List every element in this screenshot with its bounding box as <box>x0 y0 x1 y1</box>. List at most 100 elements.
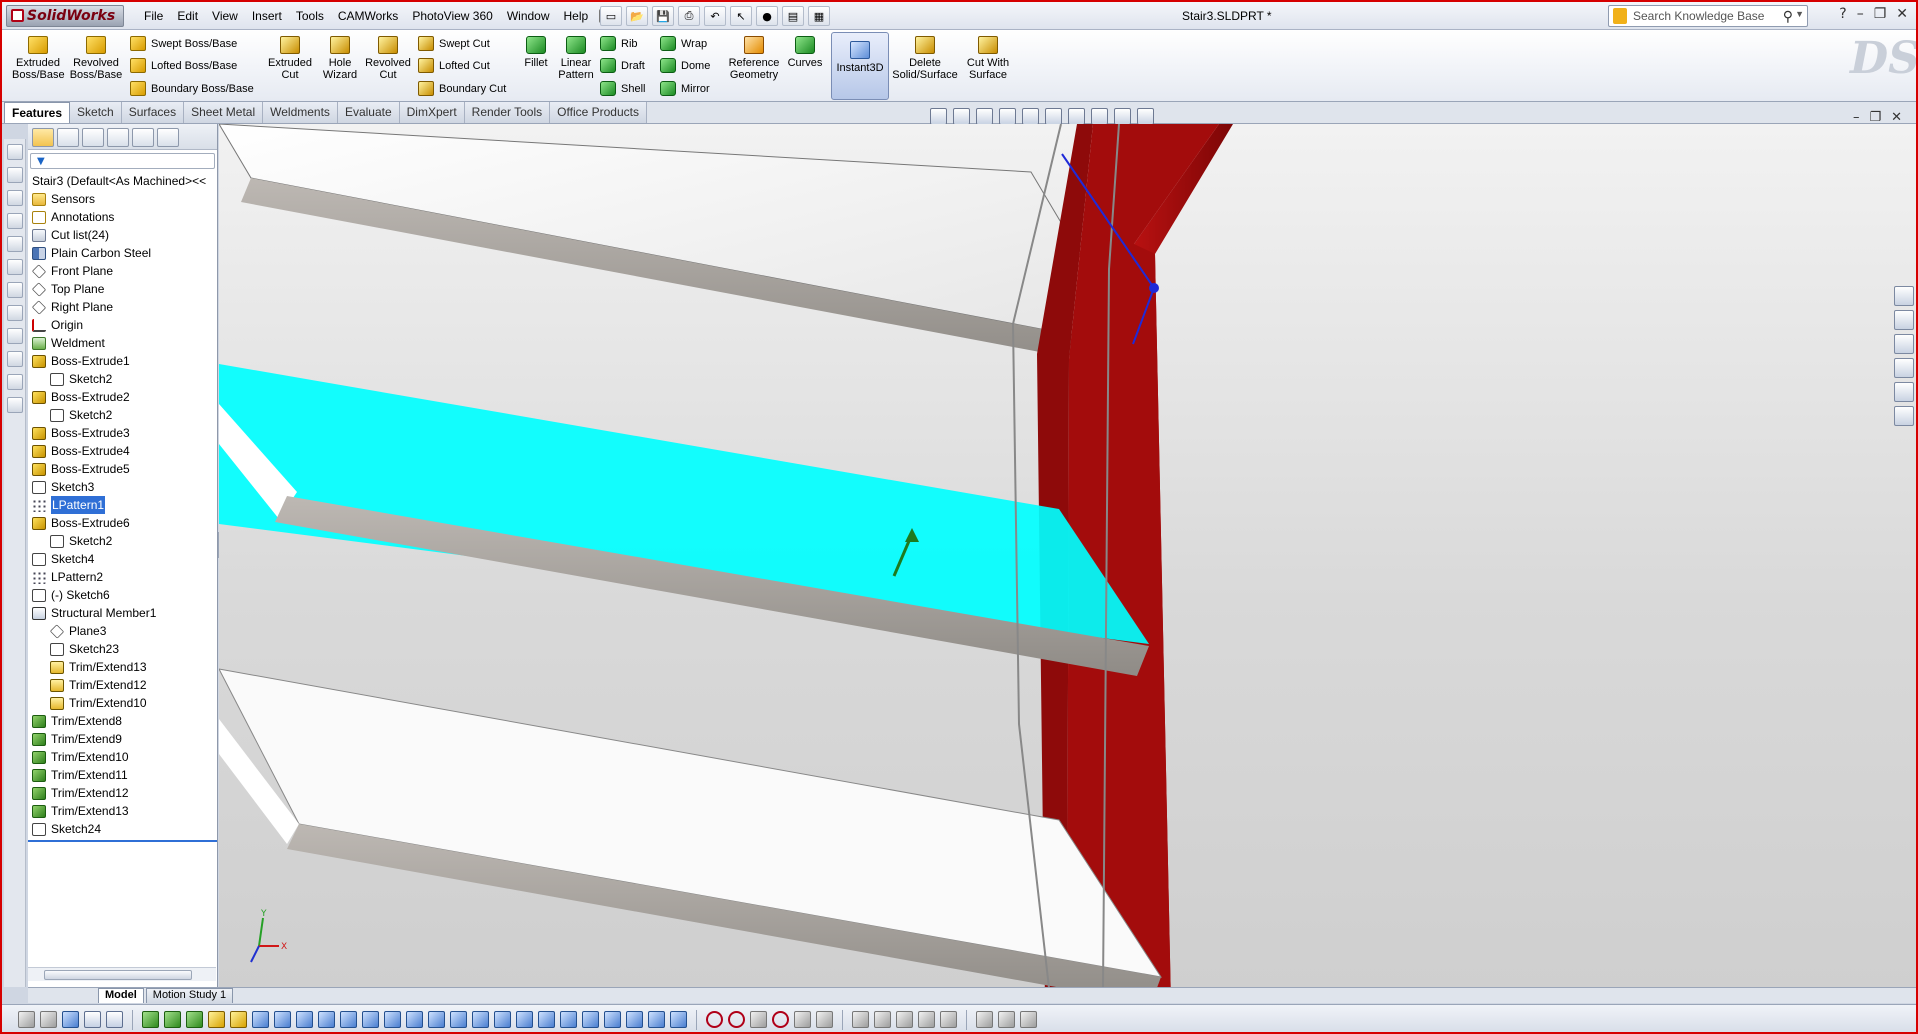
scrollbar-thumb[interactable] <box>44 970 192 980</box>
display-style-icon[interactable] <box>1045 108 1062 125</box>
tab-office-products[interactable]: Office Products <box>550 102 647 123</box>
tree-item[interactable]: Trim/Extend12 <box>28 784 217 802</box>
filter-weld-symbols-icon[interactable] <box>494 1011 511 1028</box>
filter-cells-icon[interactable] <box>670 1011 687 1028</box>
step-top-surface[interactable] <box>219 124 1136 348</box>
tree-item[interactable]: Right Plane <box>28 298 217 316</box>
revolved-cut-button[interactable]: Revolved Cut <box>364 34 412 81</box>
doc-restore-icon[interactable]: ❐ <box>1869 110 1881 125</box>
left-tool-12-icon[interactable] <box>7 397 23 413</box>
display-manager-tab-icon[interactable] <box>132 128 154 147</box>
tree-root[interactable]: Stair3 (Default<As Machined><< <box>28 172 217 190</box>
filter-planes-icon[interactable] <box>274 1011 291 1028</box>
tree-item[interactable]: Sketch23 <box>28 640 217 658</box>
edit-appearance-icon[interactable] <box>1091 108 1108 125</box>
solidworks-resources-tab-icon[interactable] <box>1894 286 1914 306</box>
feature-tree-filter[interactable]: ▼ <box>30 153 215 169</box>
delete-solid-surface-button[interactable]: Delete Solid/Surface <box>892 34 958 81</box>
filter-datum-targets-icon[interactable] <box>516 1011 533 1028</box>
filter-geometric-tolerances-icon[interactable] <box>450 1011 467 1028</box>
tree-item[interactable]: Sensors <box>28 190 217 208</box>
polygon-tool-icon[interactable] <box>772 1011 789 1028</box>
tree-item[interactable]: Boss-Extrude3 <box>28 424 217 442</box>
draft-button[interactable]: Draft <box>600 58 645 73</box>
doc-minimize-icon[interactable]: – <box>1853 110 1860 125</box>
filter-axes-icon[interactable] <box>252 1011 269 1028</box>
boundary-boss-button[interactable]: Boundary Boss/Base <box>130 81 254 96</box>
property-manager-tab-icon[interactable] <box>57 128 79 147</box>
options-icon[interactable]: ▦ <box>808 6 830 26</box>
zoom-to-area-icon[interactable] <box>953 108 970 125</box>
filter-sketch-segments-icon[interactable] <box>318 1011 335 1028</box>
zoom-to-fit-icon[interactable] <box>930 108 947 125</box>
tree-item[interactable]: Origin <box>28 316 217 334</box>
filter-mid-planes-icon[interactable] <box>648 1011 665 1028</box>
filter-sketch-points-icon[interactable] <box>296 1011 313 1028</box>
tab-sketch[interactable]: Sketch <box>70 102 122 123</box>
menu-photoview[interactable]: PhotoView 360 <box>405 9 500 23</box>
select-arrow-icon[interactable]: ↖ <box>730 6 752 26</box>
construction-geometry-icon[interactable] <box>816 1011 833 1028</box>
file-properties-icon[interactable]: ▤ <box>782 6 804 26</box>
tree-item[interactable]: Sketch2 <box>28 532 217 550</box>
tree-item[interactable]: Sketch3 <box>28 478 217 496</box>
offset-entities-icon[interactable] <box>852 1011 869 1028</box>
tab-dimxpert[interactable]: DimXpert <box>399 102 465 123</box>
clear-filters-icon[interactable] <box>40 1011 57 1028</box>
mirror-button[interactable]: Mirror <box>660 81 710 96</box>
appearances-tab-icon[interactable] <box>1894 382 1914 402</box>
filter-notes-icon[interactable] <box>472 1011 489 1028</box>
menu-camworks[interactable]: CAMWorks <box>331 9 405 23</box>
tab-surfaces[interactable]: Surfaces <box>121 102 185 123</box>
select-tool-icon[interactable] <box>84 1011 101 1028</box>
left-tool-8-icon[interactable] <box>7 305 23 321</box>
filter-cosmetic-threads-icon[interactable] <box>538 1011 555 1028</box>
custom-properties-tab-icon[interactable] <box>1894 406 1914 426</box>
filter-solid-bodies-icon[interactable] <box>230 1011 247 1028</box>
view-palette-tab-icon[interactable] <box>1894 358 1914 378</box>
left-tool-4-icon[interactable] <box>7 213 23 229</box>
left-tool-11-icon[interactable] <box>7 374 23 390</box>
filter-surface-bodies-icon[interactable] <box>208 1011 225 1028</box>
point-tool-icon[interactable] <box>706 1011 723 1028</box>
tree-item[interactable]: Sketch24 <box>28 820 217 838</box>
search-dropdown-icon[interactable]: ▼ <box>1795 9 1804 19</box>
boundary-cut-button[interactable]: Boundary Cut <box>418 81 506 96</box>
filter-toolbar-icon[interactable] <box>18 1011 35 1028</box>
menu-view[interactable]: View <box>205 9 245 23</box>
menu-edit[interactable]: Edit <box>170 9 205 23</box>
tree-item[interactable]: LPattern2 <box>28 568 217 586</box>
reference-geometry-button[interactable]: Reference Geometry <box>726 34 782 81</box>
tree-item[interactable]: Trim/Extend10 <box>28 748 217 766</box>
new-document-icon[interactable]: ▭ <box>600 6 622 26</box>
shell-button[interactable]: Shell <box>600 81 645 96</box>
tree-item[interactable]: Plane3 <box>28 622 217 640</box>
feature-manager-tab-icon[interactable] <box>32 128 54 147</box>
design-library-tab-icon[interactable] <box>1894 310 1914 330</box>
open-document-icon[interactable]: 📂 <box>626 6 648 26</box>
save-icon[interactable]: 💾 <box>652 6 674 26</box>
menu-window[interactable]: Window <box>500 9 557 23</box>
tree-item[interactable]: Trim/Extend12 <box>28 676 217 694</box>
tree-item[interactable]: Boss-Extrude2 <box>28 388 217 406</box>
tree-item[interactable]: Trim/Extend11 <box>28 766 217 784</box>
view-orientation-icon[interactable] <box>1022 108 1039 125</box>
lofted-cut-button[interactable]: Lofted Cut <box>418 58 490 73</box>
filter-centerline-icon[interactable] <box>384 1011 401 1028</box>
circle-tool-icon[interactable] <box>728 1011 745 1028</box>
left-tool-1-icon[interactable] <box>7 144 23 160</box>
tree-item[interactable]: Boss-Extrude5 <box>28 460 217 478</box>
swept-cut-button[interactable]: Swept Cut <box>418 36 490 51</box>
filter-dowel-pins-icon[interactable] <box>582 1011 599 1028</box>
trim-tool-icon[interactable] <box>794 1011 811 1028</box>
left-tool-7-icon[interactable] <box>7 282 23 298</box>
pointer-icon[interactable] <box>106 1011 123 1028</box>
tree-item[interactable]: Weldment <box>28 334 217 352</box>
file-explorer-tab-icon[interactable] <box>1894 334 1914 354</box>
filter-blocks-icon[interactable] <box>560 1011 577 1028</box>
tree-item[interactable]: Boss-Extrude6 <box>28 514 217 532</box>
wrap-button[interactable]: Wrap <box>660 36 707 51</box>
extruded-cut-button[interactable]: Extruded Cut <box>264 34 316 81</box>
filter-center-marks-icon[interactable] <box>362 1011 379 1028</box>
tab-motion-study[interactable]: Motion Study 1 <box>145 988 234 1003</box>
